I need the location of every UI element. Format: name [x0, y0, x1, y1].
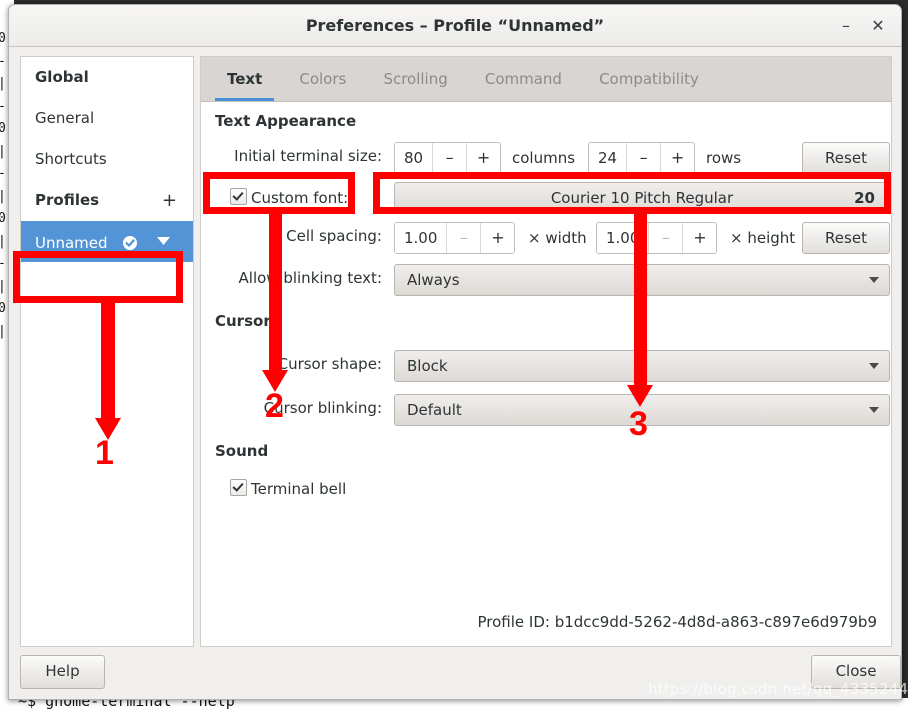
unit-height: × height [730, 229, 796, 247]
sidebar-item-label: Shortcuts [35, 150, 107, 168]
cell-width-plus-button[interactable]: + [480, 223, 515, 253]
minimize-icon[interactable]: – [835, 15, 857, 37]
columns-spinner[interactable]: 80 – + [394, 142, 502, 174]
cell-height-minus-button[interactable]: – [648, 223, 683, 253]
custom-font-label: Custom font: [251, 189, 349, 207]
cell-height-plus-button[interactable]: + [682, 223, 717, 253]
chevron-down-icon [869, 277, 879, 283]
sidebar-item-unnamed-profile[interactable]: Unnamed [21, 221, 193, 262]
custom-font-name: Courier 10 Pitch Regular [550, 189, 734, 207]
reset-terminal-size-button[interactable]: Reset [802, 142, 890, 174]
cell-width-spinner[interactable]: 1.00 – + [394, 222, 516, 254]
label-allow-blinking-text: Allow blinking text: [238, 269, 382, 287]
chevron-down-icon [869, 363, 879, 369]
columns-plus-button[interactable]: + [466, 143, 501, 173]
label-cell-spacing: Cell spacing: [286, 227, 382, 245]
unit-columns: columns [512, 149, 576, 167]
cell-height-spinner[interactable]: 1.00 – + [596, 222, 718, 254]
label-cursor-shape: Cursor shape: [277, 355, 382, 373]
sidebar-section-label: Profiles [35, 191, 100, 209]
custom-font-button[interactable]: Courier 10 Pitch Regular 20 [394, 182, 890, 214]
section-title-text-appearance: Text Appearance [215, 112, 357, 130]
rows-minus-button[interactable]: – [626, 143, 661, 173]
rows-value[interactable]: 24 [589, 143, 627, 173]
sidebar-item-label: Unnamed [35, 234, 108, 252]
tab-command[interactable]: Command [469, 57, 578, 101]
terminal-bell-checkbox[interactable] [230, 479, 247, 496]
columns-value[interactable]: 80 [395, 143, 433, 173]
sidebar-item-general[interactable]: General [21, 98, 193, 139]
sidebar: Global General Shortcuts Profiles + Unna… [20, 56, 194, 647]
cursor-shape-value: Block [407, 357, 448, 375]
section-title-sound: Sound [215, 442, 269, 460]
unit-width: × width [528, 229, 587, 247]
custom-font-checkbox-row[interactable]: Custom font: [230, 188, 348, 207]
close-button[interactable]: Close [811, 655, 901, 689]
cell-height-value[interactable]: 1.00 [597, 223, 649, 253]
window-title: Preferences – Profile “Unnamed” [305, 16, 605, 35]
terminal-bell-label: Terminal bell [251, 480, 347, 498]
allow-blinking-text-dropdown[interactable]: Always [394, 264, 890, 296]
unit-rows: rows [706, 149, 742, 167]
tab-scrolling[interactable]: Scrolling [367, 57, 463, 101]
help-button[interactable]: Help [20, 655, 105, 689]
check-circle-icon [122, 226, 138, 250]
settings-pane: Text Colors Scrolling Command Compatibil… [200, 56, 892, 647]
chevron-down-icon[interactable] [157, 221, 171, 262]
sidebar-item-label: Global [35, 68, 89, 86]
cursor-blinking-value: Default [407, 401, 462, 419]
add-profile-icon[interactable]: + [162, 180, 177, 221]
sidebar-item-label: General [35, 109, 95, 127]
tab-compatibility[interactable]: Compatibility [583, 57, 715, 101]
custom-font-checkbox[interactable] [230, 188, 247, 205]
close-icon[interactable]: ✕ [867, 15, 889, 37]
cell-width-value[interactable]: 1.00 [395, 223, 447, 253]
columns-minus-button[interactable]: – [432, 143, 467, 173]
label-cursor-blinking: Cursor blinking: [263, 399, 382, 417]
preferences-window: Preferences – Profile “Unnamed” – ✕ Glob… [8, 4, 902, 700]
custom-font-size: 20 [854, 189, 875, 207]
title-bar: Preferences – Profile “Unnamed” – ✕ [9, 5, 901, 47]
sidebar-item-global: Global [21, 57, 193, 98]
tab-bar: Text Colors Scrolling Command Compatibil… [201, 57, 891, 102]
sidebar-item-shortcuts[interactable]: Shortcuts [21, 139, 193, 180]
reset-cell-spacing-button[interactable]: Reset [802, 222, 890, 254]
cursor-blinking-dropdown[interactable]: Default [394, 394, 890, 426]
section-title-cursor: Cursor [215, 312, 271, 330]
background-terminal-bottom-strip: ~$ gnome-terminal --help [0, 698, 908, 712]
cursor-shape-dropdown[interactable]: Block [394, 350, 890, 382]
screenshot-root: 0 - | - 0 | - | 0 | - | 0 | ~$ gnome-ter… [0, 0, 908, 712]
label-initial-terminal-size: Initial terminal size: [234, 147, 382, 165]
sidebar-section-profiles: Profiles + [21, 180, 193, 221]
chevron-down-icon [869, 407, 879, 413]
profile-id-text: Profile ID: b1dcc9dd-5262-4d8d-a863-c897… [477, 613, 877, 631]
terminal-bell-checkbox-row[interactable]: Terminal bell [230, 479, 346, 498]
rows-spinner[interactable]: 24 – + [588, 142, 696, 174]
tab-colors[interactable]: Colors [283, 57, 362, 101]
rows-plus-button[interactable]: + [660, 143, 695, 173]
tab-content-text: Text Appearance Initial terminal size: 8… [201, 102, 891, 645]
window-body: Global General Shortcuts Profiles + Unna… [9, 47, 901, 699]
allow-blinking-text-value: Always [407, 271, 460, 289]
background-terminal-left-text: 0 - | - 0 | - | 0 | - | 0 | [0, 31, 6, 339]
cell-width-minus-button[interactable]: – [446, 223, 481, 253]
tab-text[interactable]: Text [211, 57, 278, 101]
